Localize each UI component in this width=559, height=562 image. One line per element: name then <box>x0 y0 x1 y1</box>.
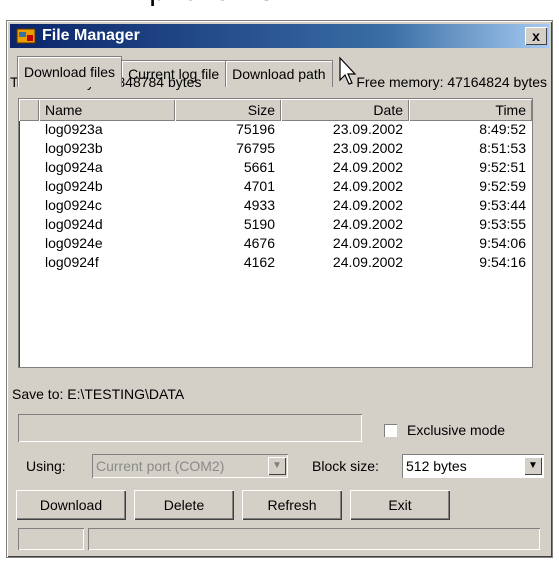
app-icon <box>16 26 36 46</box>
cell-size: 4676 <box>243 235 275 251</box>
table-row[interactable]: log0924f 4162 24.09.2002 9:54:16 <box>19 254 532 273</box>
page-text-fragment: н. рис. 5-13. <box>116 0 283 8</box>
status-panel-left <box>18 528 84 550</box>
cell-date: 24.09.2002 <box>332 159 403 175</box>
window-title: File Manager <box>42 27 140 44</box>
mouse-cursor-icon <box>339 56 357 85</box>
cell-size: 4162 <box>243 254 275 270</box>
cell-size: 4701 <box>243 178 275 194</box>
cell-date: 24.09.2002 <box>332 254 403 270</box>
chevron-down-icon[interactable]: ▼ <box>268 457 286 475</box>
checkbox-box[interactable] <box>384 423 397 437</box>
file-list-header: Name Size Date Time <box>19 99 532 121</box>
free-memory: Free memory: 47164824 bytes <box>356 74 547 90</box>
chevron-down-icon[interactable]: ▼ <box>524 457 542 475</box>
cell-name: log0924c <box>45 197 102 213</box>
delete-button[interactable]: Delete <box>134 490 234 520</box>
table-row[interactable]: log0923b 76795 23.09.2002 8:51:53 <box>19 140 532 159</box>
cell-name: log0924b <box>45 178 103 194</box>
cell-name: log0923b <box>45 140 103 156</box>
title-bar[interactable]: File Manager x <box>10 24 549 48</box>
tab-download-files[interactable]: Download files <box>17 56 123 87</box>
cell-date: 24.09.2002 <box>332 197 403 213</box>
column-header-size[interactable]: Size <box>175 99 281 121</box>
block-size-label: Block size: <box>312 458 379 474</box>
cell-name: log0924d <box>45 216 103 232</box>
table-row[interactable]: log0924b 4701 24.09.2002 9:52:59 <box>19 178 532 197</box>
cell-size: 5190 <box>243 216 275 232</box>
table-row[interactable]: log0924c 4933 24.09.2002 9:53:44 <box>19 197 532 216</box>
cell-time: 8:51:53 <box>479 140 526 156</box>
column-header-date[interactable]: Date <box>281 99 409 121</box>
close-button[interactable]: x <box>525 27 547 45</box>
cell-date: 24.09.2002 <box>332 178 403 194</box>
port-select-value: Current port (COM2) <box>96 458 225 474</box>
table-row[interactable]: log0924e 4676 24.09.2002 9:54:06 <box>19 235 532 254</box>
column-header-name[interactable]: Name <box>39 99 175 121</box>
row-spacer <box>19 159 39 178</box>
row-spacer <box>19 254 39 273</box>
table-row[interactable]: log0924a 5661 24.09.2002 9:52:51 <box>19 159 532 178</box>
refresh-button[interactable]: Refresh <box>242 490 342 520</box>
cell-date: 23.09.2002 <box>332 121 403 137</box>
using-label: Using: <box>26 458 66 474</box>
row-spacer <box>19 121 39 140</box>
exit-button[interactable]: Exit <box>350 490 450 520</box>
block-size-select[interactable]: 512 bytes ▼ <box>402 454 544 478</box>
file-list-rows: log0923a 75196 23.09.2002 8:49:52 log0923b 76… <box>19 121 532 273</box>
cell-name: log0924a <box>45 159 103 175</box>
header-spacer <box>19 99 39 121</box>
cell-size: 75196 <box>236 121 275 137</box>
file-list[interactable]: Name Size Date Time log0923a 75196 23.09.2… <box>18 98 533 368</box>
block-size-value: 512 bytes <box>406 458 467 474</box>
download-button[interactable]: Download <box>16 490 126 520</box>
cell-size: 5661 <box>243 159 275 175</box>
cell-name: log0923a <box>45 121 103 137</box>
row-spacer <box>19 197 39 216</box>
exclusive-mode-checkbox[interactable]: Exclusive mode <box>384 422 505 438</box>
cell-name: log0924f <box>45 254 99 270</box>
row-spacer <box>19 140 39 159</box>
cell-time: 8:49:52 <box>479 121 526 137</box>
exclusive-mode-label: Exclusive mode <box>407 422 506 438</box>
status-panel-right <box>88 528 540 550</box>
cell-size: 76795 <box>236 140 275 156</box>
row-spacer <box>19 235 39 254</box>
port-select[interactable]: Current port (COM2) ▼ <box>92 454 288 478</box>
cell-time: 9:52:51 <box>479 159 526 175</box>
cell-time: 9:52:59 <box>479 178 526 194</box>
table-row[interactable]: log0923a 75196 23.09.2002 8:49:52 <box>19 121 532 140</box>
row-spacer <box>19 178 39 197</box>
table-row[interactable]: log0924d 5190 24.09.2002 9:53:55 <box>19 216 532 235</box>
cell-size: 4933 <box>243 197 275 213</box>
cell-date: 24.09.2002 <box>332 216 403 232</box>
cell-date: 24.09.2002 <box>332 235 403 251</box>
cell-date: 23.09.2002 <box>332 140 403 156</box>
cell-time: 9:53:55 <box>479 216 526 232</box>
cell-name: log0924e <box>45 235 103 251</box>
cell-time: 9:54:06 <box>479 235 526 251</box>
save-to-path: Save to: E:\TESTING\DATA <box>12 386 185 402</box>
cell-time: 9:54:16 <box>479 254 526 270</box>
progress-field <box>18 414 362 442</box>
column-header-time[interactable]: Time <box>409 99 532 121</box>
row-spacer <box>19 216 39 235</box>
cell-time: 9:53:44 <box>479 197 526 213</box>
